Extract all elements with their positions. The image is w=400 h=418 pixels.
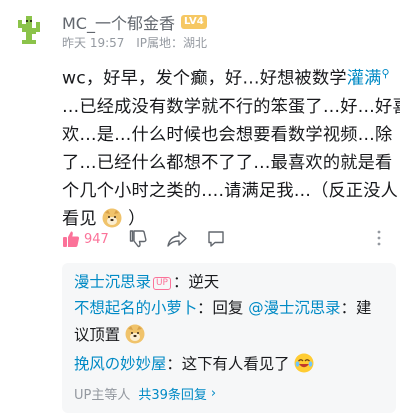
- thumbs-down-icon: [129, 230, 147, 248]
- keyword-search-icon[interactable]: ⚲: [382, 67, 390, 80]
- level-badge: LV4: [180, 15, 207, 29]
- chevron-right-icon: ›: [210, 386, 217, 401]
- comment-line: …已经成没有数学就不行的笨蛋了…好…好喜: [62, 96, 400, 117]
- reply-mention[interactable]: @漫士沉思录: [248, 299, 340, 317]
- username-row: MC_一个郁金香 LV4: [62, 10, 207, 34]
- reply-item[interactable]: 漫士沉思录 UP ：逆天: [74, 269, 386, 296]
- comment-body: wc，好早，发个癫，好…好想被数学灌满⚲ …已经成没有数学就不行的笨蛋了…好…好…: [62, 60, 400, 233]
- reply-item[interactable]: 不想起名的小萝卜：回复 @漫士沉思录：建 议顶置: [74, 295, 386, 349]
- up-badge: UP: [152, 277, 171, 290]
- comment-meta: 昨天 19:57 IP属地：湖北: [62, 34, 215, 51]
- comment-line: 了…已经什么都想不了了…最喜欢的就是看: [62, 152, 393, 173]
- replies-footer[interactable]: UP主等人 共39条回复 ›: [74, 384, 216, 403]
- thumbs-up-icon: [63, 231, 80, 247]
- comment-time: 昨天 19:57: [62, 36, 125, 50]
- comment-actions: 947: [62, 225, 392, 253]
- more-vertical-icon: [377, 230, 381, 246]
- comment-line: 个几个小时之类的….请满足我…（反正没人: [62, 180, 399, 201]
- comment-icon: [208, 231, 224, 247]
- reply-author[interactable]: 挽风の妙妙屋: [74, 355, 166, 373]
- like-count: 947: [84, 231, 109, 247]
- reply-text: 议顶置: [74, 326, 121, 344]
- reply-author[interactable]: 不想起名的小萝卜: [74, 299, 197, 317]
- reply-item[interactable]: 挽风の妙妙屋：这下有人看见了: [74, 351, 386, 378]
- avatar[interactable]: [8, 10, 48, 50]
- up-others-label: UP主等人: [74, 388, 131, 403]
- laughing-emoji-icon: [294, 353, 314, 373]
- reply-author[interactable]: 漫士沉思录: [74, 273, 151, 291]
- keyword-link[interactable]: 灌满: [347, 69, 382, 89]
- reply-text: ：逆天: [172, 273, 220, 291]
- share-icon: [167, 231, 187, 247]
- reply-text: ：这下有人看见了: [166, 355, 290, 373]
- reply-text: ：回复: [197, 299, 249, 317]
- username[interactable]: MC_一个郁金香: [62, 10, 175, 34]
- reply-button[interactable]: [207, 230, 225, 248]
- like-button[interactable]: 947: [62, 230, 109, 248]
- avatar-cactus-icon: [8, 10, 48, 50]
- comment-line: 欢…是…什么时候也会想要看数学视频…除: [62, 124, 393, 145]
- total-replies-link[interactable]: 共39条回复: [138, 384, 207, 403]
- replies-panel: 漫士沉思录 UP ：逆天 不想起名的小萝卜：回复 @漫士沉思录：建 议顶置 挽风の妙…: [62, 263, 396, 413]
- more-button[interactable]: [374, 229, 384, 251]
- share-button[interactable]: [167, 230, 187, 248]
- comment-location: IP属地：湖北: [136, 36, 208, 50]
- reply-text: ：建: [340, 299, 372, 317]
- dislike-button[interactable]: [129, 230, 147, 248]
- doge-emoji-icon: [125, 324, 145, 344]
- comment-line: wc，好早，发个癫，好…好想被数学灌满⚲: [62, 67, 390, 89]
